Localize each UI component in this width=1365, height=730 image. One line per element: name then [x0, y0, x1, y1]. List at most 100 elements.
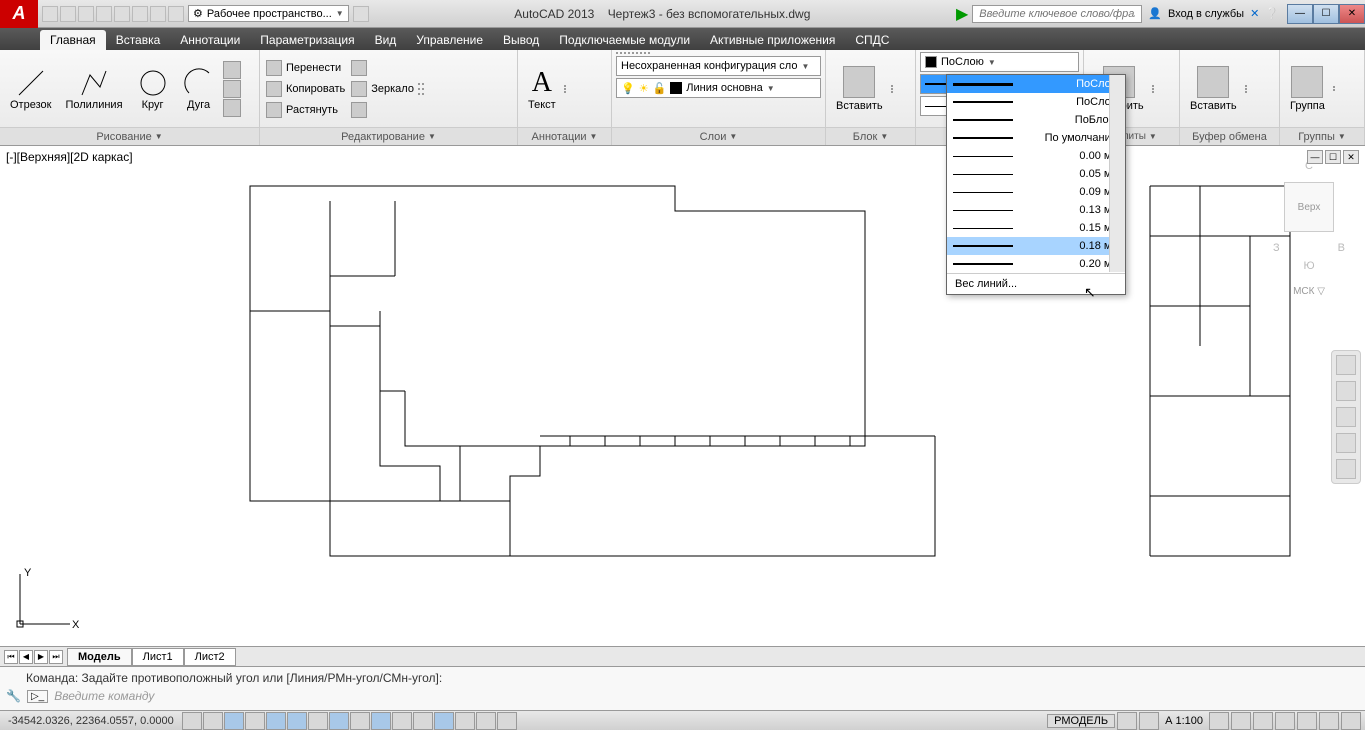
layer-config-dropdown[interactable]: Несохраненная конфигурация сло▼: [616, 56, 821, 76]
exchange-icon[interactable]: ✕: [1250, 7, 1259, 20]
layout-next-button[interactable]: ▶: [34, 650, 48, 664]
mirror-button[interactable]: Зеркало: [349, 80, 416, 98]
explode-icon[interactable]: [422, 83, 424, 85]
tab-manage[interactable]: Управление: [406, 30, 493, 50]
clean-screen-icon[interactable]: [1341, 712, 1361, 730]
viewcube-w[interactable]: З: [1273, 242, 1280, 254]
table-icon[interactable]: [564, 91, 566, 93]
layer-match-icon[interactable]: [640, 52, 642, 54]
showmotion-icon[interactable]: [1336, 459, 1356, 479]
rectangle-icon[interactable]: [223, 61, 241, 79]
panel-draw-title[interactable]: Рисование▼: [0, 127, 259, 145]
lw-item-015[interactable]: 0.15 мм: [947, 219, 1125, 237]
extra-button[interactable]: [497, 712, 517, 730]
lwt-button[interactable]: [392, 712, 412, 730]
panel-block-title[interactable]: Блок▼: [826, 127, 915, 145]
tab-insert[interactable]: Вставка: [106, 30, 171, 50]
line-button[interactable]: Отрезок: [4, 65, 57, 113]
layout-last-button[interactable]: ⏭: [49, 650, 63, 664]
viewcube-e[interactable]: В: [1338, 242, 1345, 254]
toolbar-lock-icon[interactable]: [1275, 712, 1295, 730]
ortho-button[interactable]: [245, 712, 265, 730]
copy-button[interactable]: Копировать: [264, 80, 347, 98]
lw-item-020[interactable]: 0.20 мм: [947, 255, 1125, 273]
quickview-layouts-icon[interactable]: [1117, 712, 1137, 730]
lw-item-bylayer-0[interactable]: ПоСлою: [947, 75, 1125, 93]
lw-item-009[interactable]: 0.09 мм: [947, 183, 1125, 201]
command-input[interactable]: Введите команду: [54, 689, 154, 703]
layer-states-icon[interactable]: [616, 52, 618, 54]
workspace-switch-icon[interactable]: [1253, 712, 1273, 730]
layer-make-current-icon[interactable]: [636, 52, 638, 54]
grid-button[interactable]: [224, 712, 244, 730]
lw-item-005[interactable]: 0.05 мм: [947, 165, 1125, 183]
qat-new-icon[interactable]: [42, 6, 58, 22]
move-button[interactable]: Перенести: [264, 59, 347, 77]
panel-modify-title[interactable]: Редактирование▼: [260, 127, 517, 145]
quickview-drawings-icon[interactable]: [1139, 712, 1159, 730]
qat-more-icon[interactable]: [353, 6, 369, 22]
qat-open-icon[interactable]: [60, 6, 76, 22]
sc-button[interactable]: [455, 712, 475, 730]
viewcube-s[interactable]: Ю: [1269, 260, 1349, 272]
tab-parametric[interactable]: Параметризация: [250, 30, 364, 50]
coordinates[interactable]: -34542.0326, 22364.0557, 0.0000: [0, 715, 182, 727]
match-icon[interactable]: [1245, 91, 1247, 93]
polar-button[interactable]: [266, 712, 286, 730]
lw-settings-button[interactable]: Вес линий...: [947, 273, 1125, 294]
rotate-button[interactable]: [349, 59, 416, 77]
lw-scrollbar[interactable]: [1109, 75, 1125, 272]
tpy-button[interactable]: [413, 712, 433, 730]
infer-button[interactable]: [182, 712, 202, 730]
close-button[interactable]: ✕: [1339, 4, 1365, 24]
viewcube[interactable]: С Верх ЗВ Ю МСК ▽: [1269, 160, 1349, 300]
layout-tab-sheet2[interactable]: Лист2: [184, 648, 236, 666]
lw-item-018[interactable]: 0.18 мм: [947, 237, 1125, 255]
qselect-icon[interactable]: [1152, 88, 1154, 90]
layer-off-icon[interactable]: [628, 52, 630, 54]
panel-groups-title[interactable]: Группы▼: [1280, 127, 1364, 145]
tab-output[interactable]: Вывод: [493, 30, 549, 50]
ducs-button[interactable]: [350, 712, 370, 730]
layout-tab-sheet1[interactable]: Лист1: [132, 648, 184, 666]
sign-in-icon[interactable]: 👤: [1148, 7, 1162, 20]
arc-button[interactable]: Дуга: [177, 65, 221, 113]
play-icon[interactable]: ▶: [956, 4, 968, 24]
layer-freeze-icon[interactable]: [624, 52, 626, 54]
array-icon[interactable]: [418, 93, 420, 95]
otrack-button[interactable]: [329, 712, 349, 730]
isolate-icon[interactable]: [1319, 712, 1339, 730]
doc-close-button[interactable]: ✕: [1343, 150, 1359, 164]
am-button[interactable]: [476, 712, 496, 730]
viewport-label[interactable]: [-][Верхняя][2D каркас]: [6, 150, 133, 164]
qat-plot-icon[interactable]: [114, 6, 130, 22]
snap-button[interactable]: [203, 712, 223, 730]
layer-lock-icon[interactable]: [632, 52, 634, 54]
orbit-icon[interactable]: [1336, 433, 1356, 453]
anno-autoscale-icon[interactable]: [1231, 712, 1251, 730]
panel-layers-title[interactable]: Слои▼: [612, 127, 825, 145]
trim-icon[interactable]: [418, 83, 420, 85]
paste-button[interactable]: Вставить: [1184, 64, 1243, 114]
layer-walk-icon[interactable]: [648, 52, 650, 54]
tab-view[interactable]: Вид: [365, 30, 407, 50]
layout-first-button[interactable]: ⏮: [4, 650, 18, 664]
search-input[interactable]: [972, 5, 1142, 23]
block-attr-icon[interactable]: [891, 91, 893, 93]
copy-clip-icon[interactable]: [1245, 88, 1247, 90]
tab-home[interactable]: Главная: [40, 30, 106, 50]
tab-annotate[interactable]: Аннотации: [170, 30, 250, 50]
ungroup-icon[interactable]: [1333, 86, 1335, 88]
dyn-button[interactable]: [371, 712, 391, 730]
tab-featured[interactable]: Активные приложения: [700, 30, 845, 50]
drawing-area[interactable]: [-][Верхняя][2D каркас]: [0, 146, 1365, 646]
doc-restore-button[interactable]: ☐: [1325, 150, 1341, 164]
ellipse-icon[interactable]: [223, 80, 241, 98]
qat-save-icon[interactable]: [78, 6, 94, 22]
cut-icon[interactable]: [1245, 85, 1247, 87]
sign-in-label[interactable]: Вход в службы: [1168, 8, 1244, 20]
qat-redo-icon[interactable]: [168, 6, 184, 22]
layer-current-dropdown[interactable]: 💡 ☀ 🔓 Линия основна ▼: [616, 78, 821, 98]
color-dropdown[interactable]: ПоСлою▼: [920, 52, 1079, 72]
lw-item-byblock[interactable]: ПоБлоку: [947, 111, 1125, 129]
